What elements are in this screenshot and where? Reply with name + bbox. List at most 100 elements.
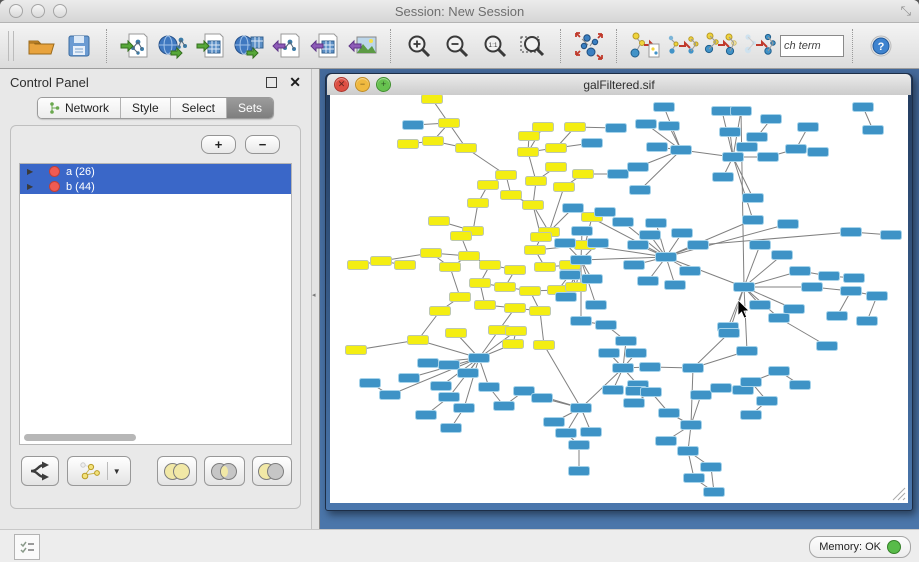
network-node[interactable]: [737, 143, 758, 152]
network-node[interactable]: [671, 146, 692, 155]
network-node[interactable]: [681, 421, 702, 430]
network-node[interactable]: [501, 191, 522, 200]
import-network-url-button[interactable]: [154, 27, 192, 65]
network-node[interactable]: [556, 429, 577, 438]
hide-selected-button[interactable]: [740, 27, 778, 65]
fullscreen-icon[interactable]: ⤡: [901, 3, 911, 19]
network-node[interactable]: [603, 386, 624, 395]
network-node[interactable]: [468, 199, 489, 208]
network-node[interactable]: [533, 123, 554, 132]
network-node[interactable]: [571, 317, 592, 326]
network-node[interactable]: [719, 329, 740, 338]
network-node[interactable]: [863, 126, 884, 135]
help-button[interactable]: ?: [862, 27, 900, 65]
first-neighbors-button[interactable]: [702, 27, 740, 65]
network-node[interactable]: [441, 424, 462, 433]
network-node[interactable]: [395, 261, 416, 270]
network-node[interactable]: [518, 148, 539, 157]
network-view-window[interactable]: ✕ − + galFiltered.sif: [325, 73, 913, 511]
network-node[interactable]: [647, 143, 668, 152]
horizontal-scrollbar[interactable]: [24, 434, 136, 441]
remove-set-button[interactable]: −: [245, 135, 280, 154]
network-node[interactable]: [628, 163, 649, 172]
network-node[interactable]: [535, 263, 556, 272]
network-node[interactable]: [582, 139, 603, 148]
network-node[interactable]: [560, 271, 581, 280]
network-node[interactable]: [532, 394, 553, 403]
zoom-out-button[interactable]: [438, 27, 476, 65]
network-node[interactable]: [431, 382, 452, 391]
network-node[interactable]: [656, 253, 677, 262]
network-node[interactable]: [731, 107, 752, 116]
dropdown-caret-icon[interactable]: ▼: [113, 467, 121, 476]
network-node[interactable]: [841, 287, 862, 296]
network-node[interactable]: [403, 121, 424, 130]
network-edge[interactable]: [581, 257, 666, 260]
network-node[interactable]: [571, 256, 592, 265]
network-node[interactable]: [784, 305, 805, 314]
network-node[interactable]: [680, 267, 701, 276]
network-node[interactable]: [881, 231, 902, 240]
network-node[interactable]: [451, 232, 472, 241]
network-node[interactable]: [624, 261, 645, 270]
network-node[interactable]: [723, 153, 744, 162]
network-node[interactable]: [741, 411, 762, 420]
network-node[interactable]: [506, 327, 527, 336]
add-set-button[interactable]: +: [201, 135, 236, 154]
network-node[interactable]: [470, 279, 491, 288]
network-node[interactable]: [665, 281, 686, 290]
toolbar-drag-handle[interactable]: [8, 31, 14, 61]
network-graph[interactable]: [330, 95, 908, 503]
network-node[interactable]: [769, 314, 790, 323]
network-node[interactable]: [525, 246, 546, 255]
network-node[interactable]: [582, 275, 603, 284]
network-node[interactable]: [523, 201, 544, 210]
network-node[interactable]: [786, 145, 807, 154]
network-node[interactable]: [546, 163, 567, 172]
network-node[interactable]: [371, 257, 392, 266]
intersect-sets-button[interactable]: [204, 456, 244, 486]
network-node[interactable]: [572, 227, 593, 236]
network-node[interactable]: [641, 388, 662, 397]
network-node[interactable]: [743, 216, 764, 225]
resize-grip-icon[interactable]: [903, 498, 905, 500]
network-node[interactable]: [595, 208, 616, 217]
network-node[interactable]: [360, 379, 381, 388]
network-node[interactable]: [422, 95, 443, 104]
network-node[interactable]: [416, 411, 437, 420]
network-node[interactable]: [494, 402, 515, 411]
network-edge[interactable]: [464, 358, 479, 408]
network-node[interactable]: [672, 229, 693, 238]
network-node[interactable]: [571, 404, 592, 413]
network-node[interactable]: [565, 123, 586, 132]
network-node[interactable]: [554, 183, 575, 192]
network-node[interactable]: [380, 391, 401, 400]
network-node[interactable]: [613, 364, 634, 373]
export-network-button[interactable]: [268, 27, 306, 65]
network-node[interactable]: [628, 241, 649, 250]
network-node[interactable]: [505, 266, 526, 275]
tab-network[interactable]: Network: [38, 98, 121, 118]
network-node[interactable]: [469, 354, 490, 363]
search-input[interactable]: [780, 35, 844, 57]
open-session-button[interactable]: [22, 27, 60, 65]
network-node[interactable]: [429, 217, 450, 226]
sets-list[interactable]: ▶ a (26) ▶ b (44): [19, 163, 292, 445]
network-node[interactable]: [408, 336, 429, 345]
network-node[interactable]: [841, 228, 862, 237]
network-node[interactable]: [790, 267, 811, 276]
expander-icon[interactable]: ▶: [27, 167, 41, 176]
network-node[interactable]: [853, 103, 874, 112]
import-table-file-button[interactable]: [192, 27, 230, 65]
network-node[interactable]: [346, 346, 367, 355]
network-edge[interactable]: [549, 187, 564, 232]
network-node[interactable]: [439, 119, 460, 128]
network-node[interactable]: [624, 399, 645, 408]
network-node[interactable]: [613, 218, 634, 227]
network-node[interactable]: [530, 307, 551, 316]
network-node[interactable]: [439, 393, 460, 402]
network-node[interactable]: [606, 124, 627, 133]
zoom-selected-region-button[interactable]: [514, 27, 552, 65]
network-node[interactable]: [458, 369, 479, 378]
network-node[interactable]: [646, 219, 667, 228]
